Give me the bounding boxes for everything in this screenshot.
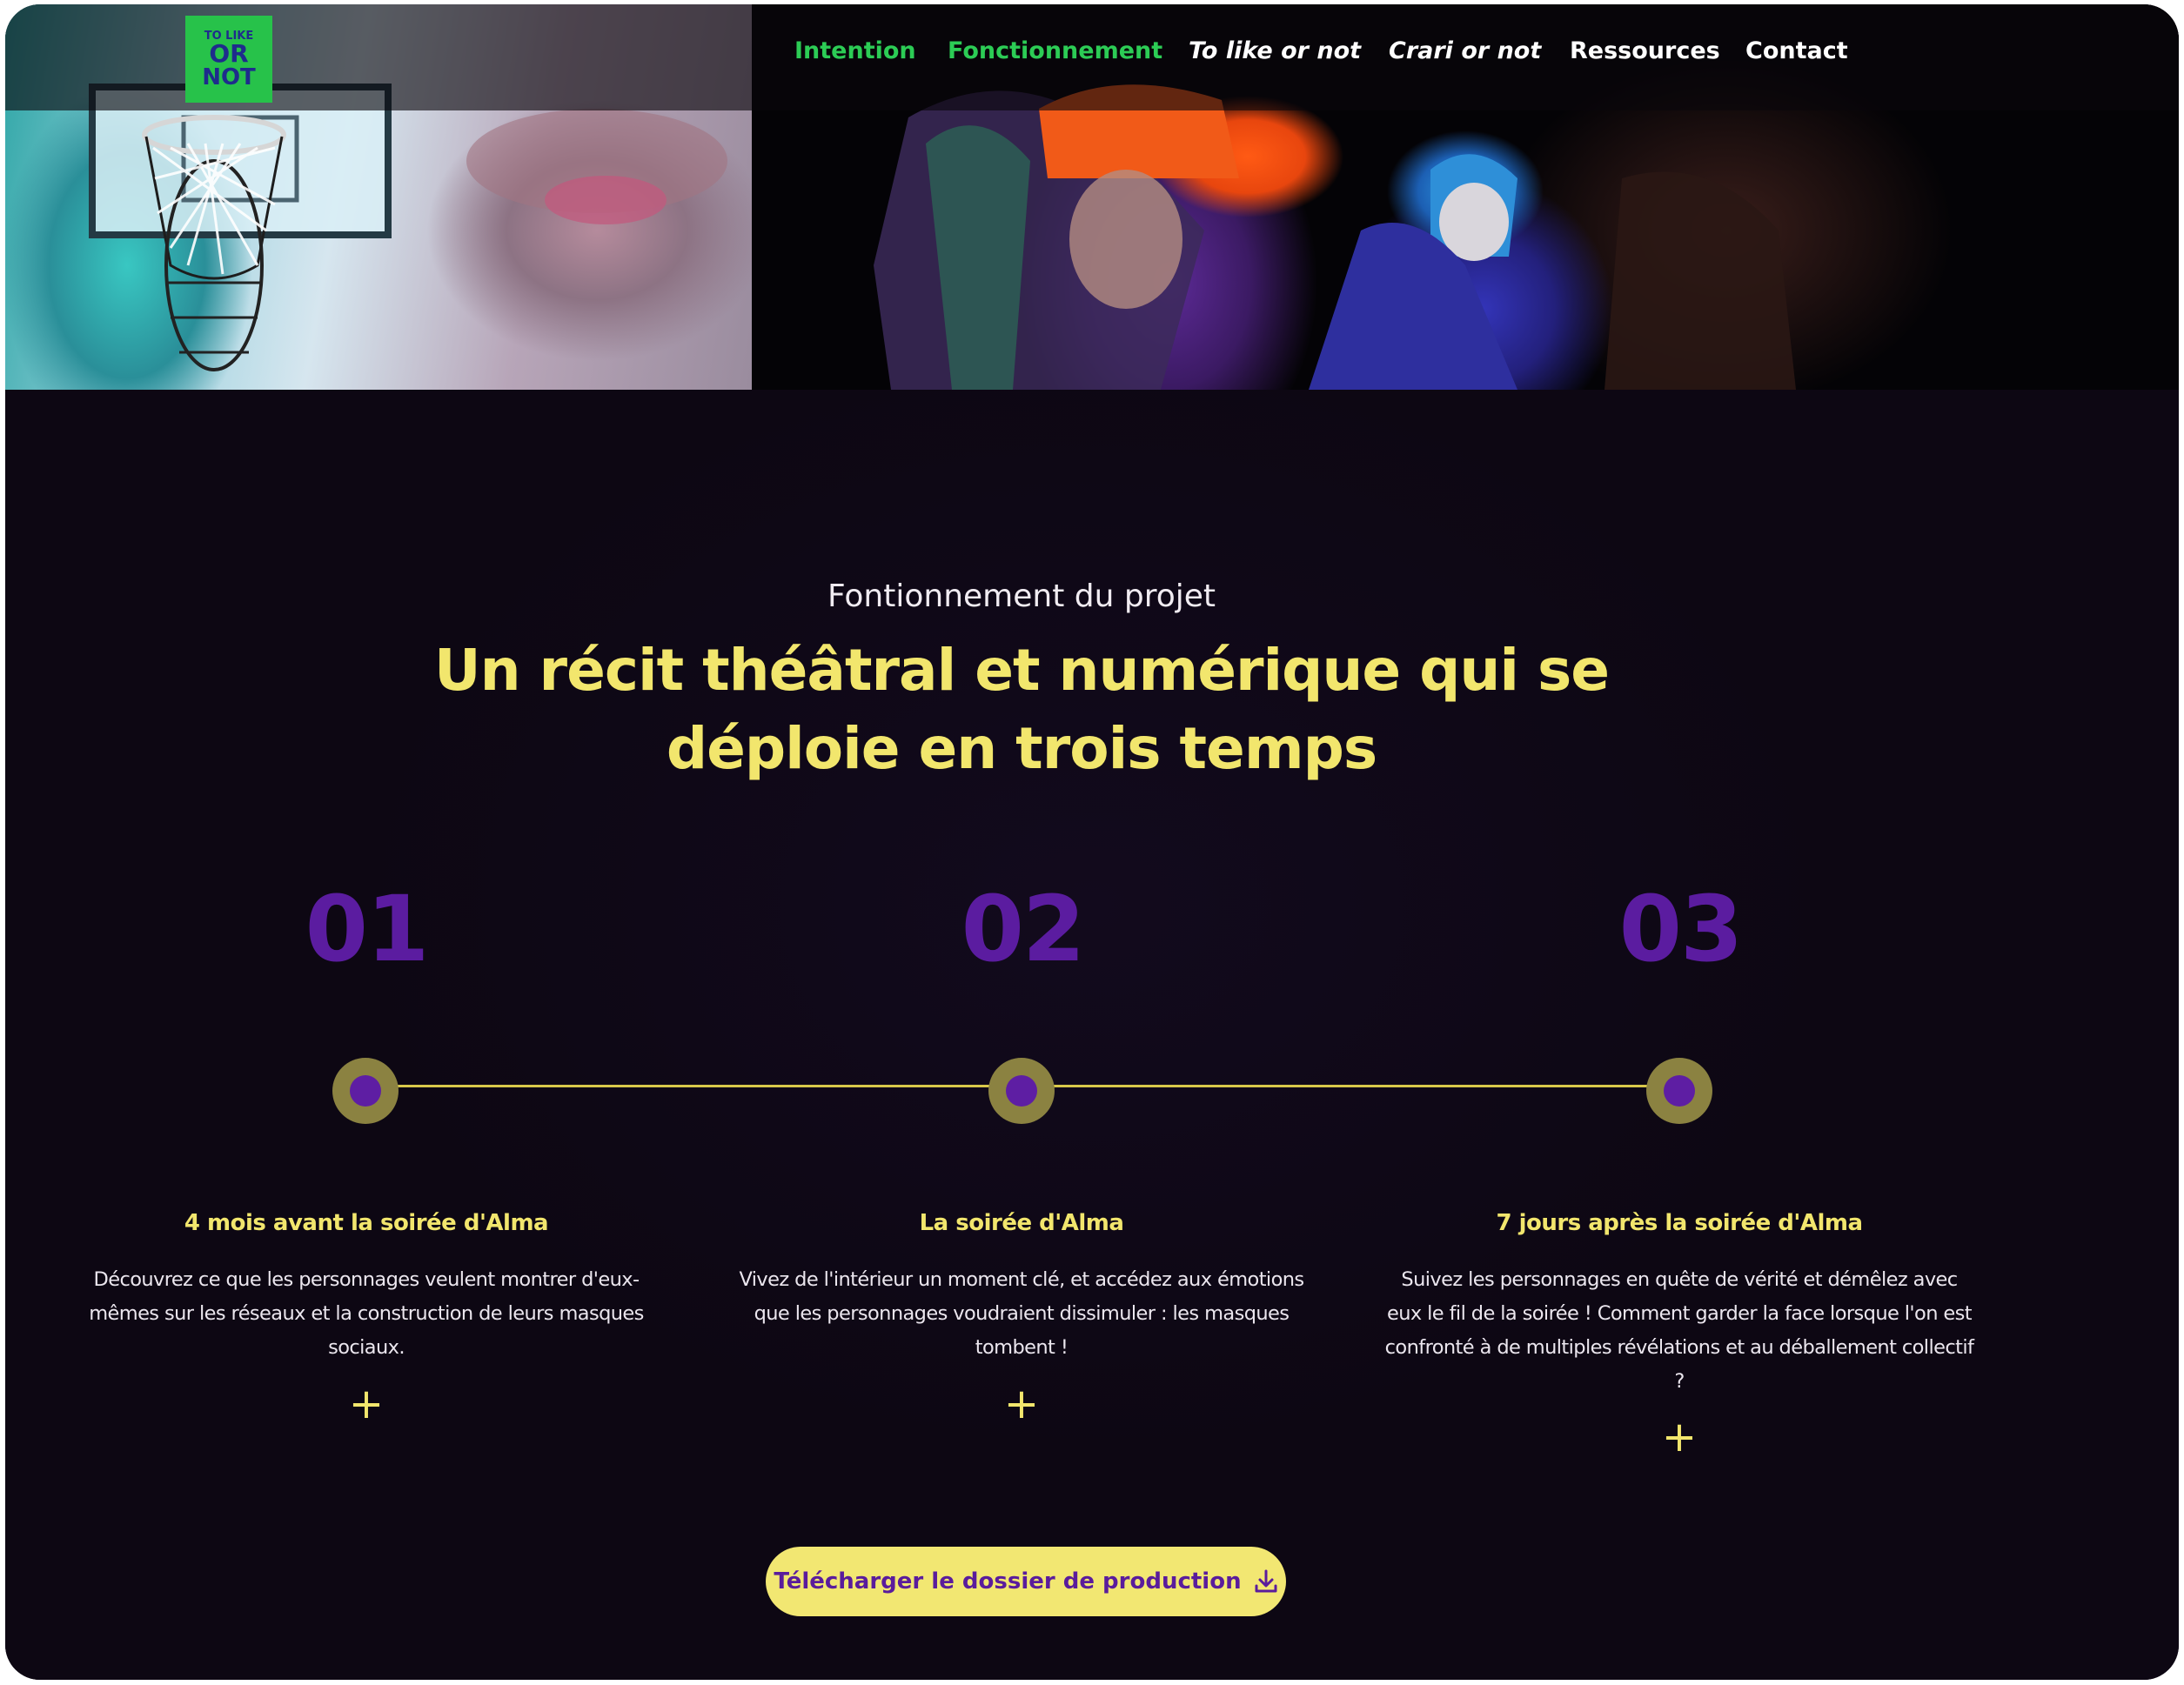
step-title-2: La soirée d'Alma bbox=[919, 1210, 1124, 1236]
step-title-1: 4 mois avant la soirée d'Alma bbox=[184, 1210, 549, 1236]
browser-window: TO LIKE OR NOT Intention Fonctionnement … bbox=[5, 4, 2179, 1680]
expand-step-2-button[interactable]: + bbox=[995, 1378, 1048, 1430]
step-number-1: 01 bbox=[305, 876, 430, 982]
nav-item-ressources[interactable]: Ressources bbox=[1570, 37, 1720, 64]
hero-banner: TO LIKE OR NOT Intention Fonctionnement … bbox=[5, 4, 2179, 390]
step-description-2: Vivez de l'intérieur un moment clé, et a… bbox=[739, 1268, 1304, 1359]
main-nav: Intention Fonctionnement To like or not … bbox=[5, 37, 2179, 72]
step-number-3: 03 bbox=[1618, 876, 1744, 982]
timeline-node-dot bbox=[1006, 1075, 1037, 1107]
nav-item-to-like-or-not[interactable]: To like or not bbox=[1189, 37, 1361, 64]
project-section: Fontionnement du projet Un récit théâtra… bbox=[5, 390, 2179, 1680]
section-headline: Un récit théâtral et numérique qui se dé… bbox=[325, 632, 1718, 788]
timeline-node-1 bbox=[332, 1058, 399, 1124]
timeline-node-dot bbox=[1664, 1075, 1695, 1107]
step-number-2: 02 bbox=[961, 876, 1086, 982]
section-eyebrow: Fontionnement du projet bbox=[827, 578, 1216, 614]
nav-item-fonctionnement[interactable]: Fonctionnement bbox=[948, 37, 1162, 64]
timeline-node-2 bbox=[988, 1058, 1055, 1124]
top-navigation-bar: TO LIKE OR NOT Intention Fonctionnement … bbox=[5, 4, 2179, 110]
nav-item-intention[interactable]: Intention bbox=[794, 37, 916, 64]
headline-line-1: Un récit théâtral et numérique qui se bbox=[433, 637, 1610, 704]
nav-item-crari-or-not[interactable]: Crari or not bbox=[1389, 37, 1541, 64]
nav-item-contact[interactable]: Contact bbox=[1745, 37, 1848, 64]
download-icon bbox=[1255, 1569, 1277, 1593]
expand-step-1-button[interactable]: + bbox=[340, 1378, 392, 1430]
timeline-node-3 bbox=[1646, 1058, 1712, 1124]
step-description-1: Découvrez ce que les personnages veulent… bbox=[89, 1268, 644, 1359]
expand-step-3-button[interactable]: + bbox=[1653, 1411, 1705, 1463]
step-title-3: 7 jours après la soirée d'Alma bbox=[1496, 1210, 1863, 1236]
timeline-node-dot bbox=[350, 1075, 381, 1107]
step-description-3: Suivez les personnages en quête de vérit… bbox=[1384, 1268, 1974, 1393]
download-button-label: Télécharger le dossier de production bbox=[774, 1568, 1242, 1595]
download-production-file-button[interactable]: Télécharger le dossier de production bbox=[766, 1547, 1286, 1616]
headline-line-2: déploie en trois temps bbox=[666, 715, 1377, 782]
